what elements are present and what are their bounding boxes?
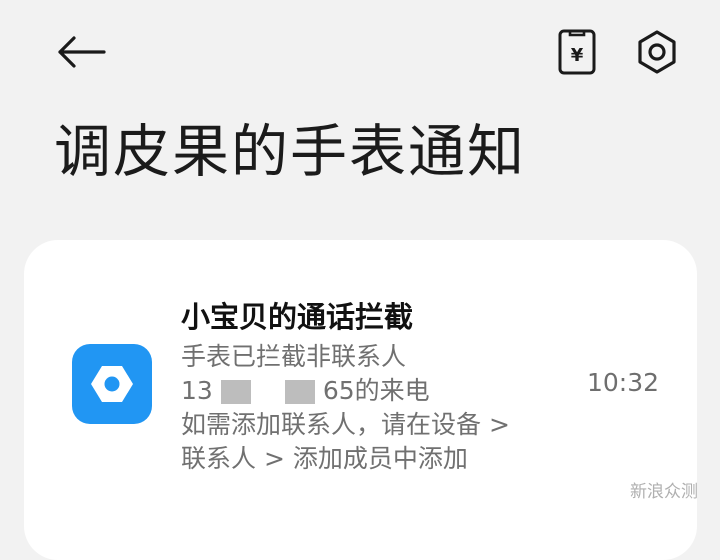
arrow-left-icon	[58, 36, 106, 68]
notification-card[interactable]: 小宝贝的通话拦截 手表已拦截非联系人 13 65的来电 如需添加联系人，请在设备 …	[24, 240, 697, 560]
app-icon	[72, 344, 152, 424]
back-button[interactable]	[50, 28, 110, 76]
settings-button[interactable]	[630, 24, 684, 80]
body-line: 手表已拦截非联系人	[181, 342, 407, 371]
wallet-card-icon: ¥	[558, 29, 596, 75]
body-line: 如需添加联系人，请在设备 >	[181, 410, 510, 439]
redaction-mark	[220, 380, 251, 404]
top-bar: ¥	[0, 0, 720, 104]
notification-title: 小宝贝的通话拦截	[181, 300, 414, 334]
body-line: 联系人 > 添加成员中添加	[181, 444, 468, 473]
notification-time: 10:32	[587, 368, 660, 397]
hexagon-settings-icon	[638, 30, 676, 74]
redaction-mark	[284, 380, 315, 404]
wallet-symbol: ¥	[571, 45, 584, 66]
phone-prefix: 13	[181, 376, 213, 405]
page-title: 调皮果的手表通知	[54, 119, 526, 185]
phone-suffix: 65的来电	[322, 376, 430, 405]
body-line-phone: 13 65的来电	[181, 374, 581, 408]
watermark: 新浪众测	[630, 482, 698, 502]
notification-body: 手表已拦截非联系人 13 65的来电 如需添加联系人，请在设备 > 联系人 > 添…	[181, 340, 581, 476]
hexagon-bolt-icon	[91, 366, 133, 402]
wallet-button[interactable]: ¥	[550, 24, 604, 80]
